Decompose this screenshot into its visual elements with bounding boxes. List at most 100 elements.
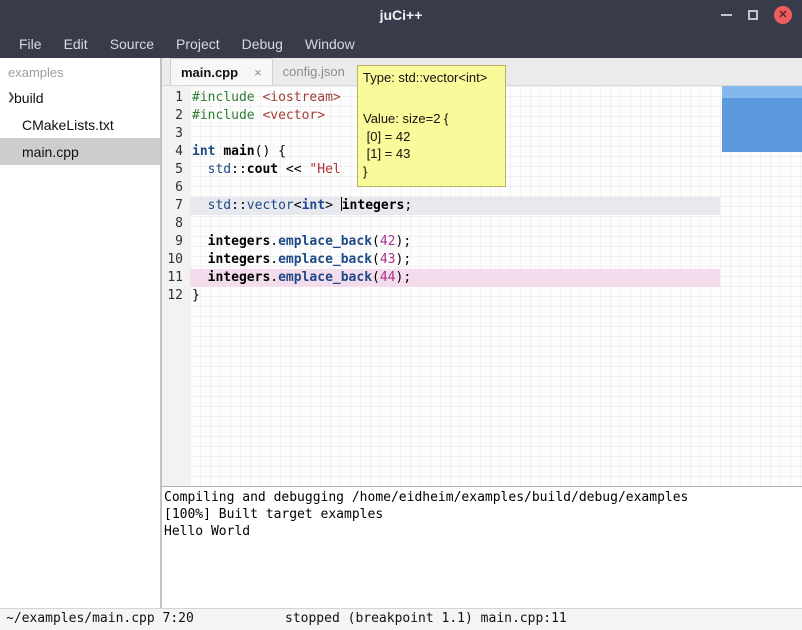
menu-item-project[interactable]: Project	[165, 30, 231, 58]
line-number[interactable]: 3	[162, 125, 190, 143]
menu-item-debug[interactable]: Debug	[231, 30, 294, 58]
line-number[interactable]: 4	[162, 143, 190, 161]
code-line[interactable]: 11 integers.emplace_back(44);	[162, 269, 802, 287]
code-segment: (	[372, 234, 380, 249]
code-segment: }	[192, 288, 200, 303]
tooltip-value-line: Value: size=2 {	[363, 110, 500, 128]
code-text: integers.emplace_back(44);	[190, 269, 720, 287]
code-segment: <	[294, 198, 302, 213]
line-number[interactable]: 2	[162, 107, 190, 125]
menu-item-source[interactable]: Source	[99, 30, 165, 58]
file-label: main.cpp	[22, 144, 79, 160]
line-number[interactable]: 8	[162, 215, 190, 233]
code-text: std::vector<int> integers;	[190, 197, 720, 215]
tab-label: config.json	[283, 64, 345, 79]
output-line: Hello World	[164, 523, 802, 540]
code-text: integers.emplace_back(43);	[190, 251, 720, 269]
code-segment: emplace_back	[278, 234, 372, 249]
sidebar-item-main-cpp[interactable]: main.cpp	[0, 138, 160, 165]
code-segment: );	[396, 252, 412, 267]
code-segment: emplace_back	[278, 252, 372, 267]
maximize-icon[interactable]	[748, 10, 758, 20]
line-number[interactable]: 12	[162, 287, 190, 305]
code-segment	[192, 252, 208, 267]
code-segment: <<	[278, 162, 309, 177]
code-segment: emplace_back	[278, 270, 372, 285]
menu-item-window[interactable]: Window	[294, 30, 366, 58]
line-number[interactable]: 6	[162, 179, 190, 197]
code-line[interactable]: 8	[162, 215, 802, 233]
code-segment: <vector>	[262, 108, 325, 123]
tooltip-value-line: [0] = 42	[363, 128, 500, 146]
code-text: integers.emplace_back(42);	[190, 233, 720, 251]
line-number[interactable]: 9	[162, 233, 190, 251]
tab-close-icon[interactable]: ×	[254, 65, 262, 80]
code-segment: std	[208, 162, 231, 177]
line-number[interactable]: 1	[162, 89, 190, 107]
output-panel[interactable]: Compiling and debugging /home/eidheim/ex…	[162, 487, 802, 608]
code-segment: (	[372, 252, 380, 267]
tooltip-type-line: Type: std::vector<int>	[363, 69, 500, 86]
close-icon[interactable]: ✕	[774, 6, 792, 24]
code-segment: cout	[247, 162, 278, 177]
tooltip-value-block: Value: size=2 { [0] = 42 [1] = 43}	[363, 110, 500, 180]
expander-chevron-icon[interactable]: ❯	[0, 92, 14, 103]
code-segment: .	[270, 252, 278, 267]
status-bar: ~/examples/main.cpp 7:20 stopped (breakp…	[0, 608, 802, 630]
blue-preview-overlay	[722, 86, 802, 152]
line-number[interactable]: 11	[162, 269, 190, 287]
sidebar-item-cmakelists-txt[interactable]: CMakeLists.txt	[0, 111, 160, 138]
tab-main-cpp[interactable]: main.cpp ×	[170, 58, 273, 85]
code-segment: .	[270, 234, 278, 249]
code-segment	[192, 270, 208, 285]
file-tree: ❯build CMakeLists.txt main.cpp	[0, 84, 160, 165]
code-text	[190, 215, 720, 233]
code-segment: vector	[247, 198, 294, 213]
code-segment: main	[223, 144, 254, 159]
code-segment: std	[208, 198, 231, 213]
code-segment: () {	[255, 144, 286, 159]
code-segment: int	[302, 198, 325, 213]
code-segment	[192, 162, 208, 177]
code-segment: int	[192, 144, 215, 159]
app-window: juCi++ ✕ FileEditSourceProjectDebugWindo…	[0, 0, 802, 630]
window-controls: ✕	[721, 0, 792, 30]
line-number[interactable]: 7	[162, 197, 190, 215]
code-segment: integers	[208, 270, 271, 285]
status-debug-state: stopped (breakpoint 1.1) main.cpp:11	[285, 611, 567, 626]
menu-item-file[interactable]: File	[8, 30, 53, 58]
code-line[interactable]: 10 integers.emplace_back(43);	[162, 251, 802, 269]
code-segment: 43	[380, 252, 396, 267]
code-segment	[192, 234, 208, 249]
tooltip-value-line: }	[363, 163, 500, 181]
code-segment: integers	[342, 198, 405, 213]
file-label: CMakeLists.txt	[22, 117, 114, 133]
code-line[interactable]: 9 integers.emplace_back(42);	[162, 233, 802, 251]
code-line[interactable]: 12}	[162, 287, 802, 305]
window-title: juCi++	[380, 7, 423, 23]
sidebar-item-build[interactable]: ❯build	[0, 84, 160, 111]
tab-label: main.cpp	[181, 65, 238, 80]
code-segment: );	[396, 234, 412, 249]
code-segment: <iostream>	[262, 90, 340, 105]
code-text: }	[190, 287, 720, 305]
code-segment: #include	[192, 90, 255, 105]
menu-bar: FileEditSourceProjectDebugWindow	[0, 30, 802, 58]
output-line: Compiling and debugging /home/eidheim/ex…	[164, 489, 802, 506]
file-label: build	[14, 90, 44, 106]
sidebar-header: examples	[0, 58, 160, 84]
menu-item-edit[interactable]: Edit	[53, 30, 99, 58]
title-bar: juCi++ ✕	[0, 0, 802, 30]
code-line[interactable]: 7 std::vector<int> integers;	[162, 197, 802, 215]
code-segment: integers	[208, 252, 271, 267]
code-segment: .	[270, 270, 278, 285]
line-number[interactable]: 10	[162, 251, 190, 269]
code-segment: integers	[208, 234, 271, 249]
code-segment: (	[372, 270, 380, 285]
code-segment: ::	[231, 198, 247, 213]
line-number[interactable]: 5	[162, 161, 190, 179]
minimize-icon[interactable]	[721, 14, 732, 16]
code-segment: ;	[404, 198, 412, 213]
code-segment: >	[325, 198, 341, 213]
status-file-position: ~/examples/main.cpp 7:20	[6, 611, 194, 626]
